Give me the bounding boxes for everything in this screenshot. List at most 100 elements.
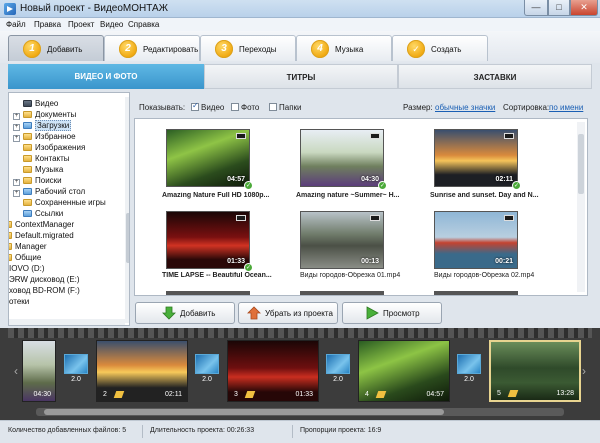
tree-item[interactable]: Видео	[13, 99, 58, 110]
filter-video[interactable]: Видео	[191, 101, 224, 112]
timeline-clip[interactable]: 04:30	[22, 340, 56, 402]
arrow-down-icon	[162, 306, 176, 320]
status-bar: Количество добавленных файлов: 5 Длитель…	[0, 420, 600, 443]
file-thumbnail[interactable]	[300, 291, 384, 295]
timeline-scrollbar-thumb[interactable]	[44, 409, 444, 415]
menu-video[interactable]: Видео	[100, 20, 123, 29]
subtab-titles[interactable]: ТИТРЫ	[204, 64, 398, 89]
arrow-up-icon	[247, 306, 261, 320]
file-thumbnail[interactable]: 00:13	[300, 211, 384, 269]
menu-edit[interactable]: Правка	[34, 20, 61, 29]
tree-scrollbar-thumb[interactable]	[126, 213, 129, 263]
maximize-button[interactable]: □	[548, 0, 570, 16]
added-check-icon: ✓	[244, 263, 253, 272]
menu-file[interactable]: Файл	[6, 20, 26, 29]
clip-number: 5	[497, 390, 501, 397]
transition-slot[interactable]: 2.0	[455, 354, 483, 388]
file-duration: 04:57	[227, 176, 245, 183]
added-check-icon: ✓	[378, 181, 387, 190]
tree-item[interactable]: отеки	[9, 297, 29, 308]
file-thumbnail[interactable]: 04:57 ✓	[166, 129, 253, 190]
tree-item[interactable]: ЭRW дисковод (E:)	[9, 275, 80, 286]
file-thumbnail[interactable]: 00:21	[434, 211, 518, 269]
timeline-clip-selected[interactable]: 5 13:28	[489, 340, 581, 402]
app-icon	[4, 3, 16, 15]
chevron-right-icon[interactable]: ›	[582, 364, 586, 378]
tree-item[interactable]: ContextManager	[9, 220, 74, 231]
tab-label: Добавить	[47, 45, 83, 54]
file-thumbnail[interactable]: 04:30 ✓	[300, 129, 387, 190]
edit-pencil-icon[interactable]	[113, 391, 125, 398]
file-thumbnail[interactable]: 02:11 ✓	[434, 129, 521, 190]
file-thumbnail[interactable]: 01:33 ✓	[166, 211, 253, 272]
tree-item[interactable]: Default.migrated	[9, 231, 74, 242]
transition-slot[interactable]: 2.0	[193, 354, 221, 388]
tab-add[interactable]: 1 Добавить	[8, 35, 104, 61]
transition-duration: 2.0	[71, 376, 81, 383]
files-toolbar: Показывать: Видео Фото Папки Размер: обы…	[135, 100, 590, 114]
remove-button-label: Убрать из проекта	[265, 309, 333, 318]
status-divider	[292, 425, 293, 438]
tree-item[interactable]: Manager	[9, 242, 47, 253]
sort-link[interactable]: по имени	[549, 103, 583, 112]
show-label: Показывать:	[139, 103, 186, 112]
tree-item[interactable]: Музыка	[13, 165, 63, 176]
transition-duration: 2.0	[202, 376, 212, 383]
tree-scrollbar[interactable]	[125, 97, 129, 323]
file-thumbnail[interactable]	[434, 291, 518, 295]
edit-pencil-icon[interactable]	[375, 391, 387, 398]
tree-item[interactable]: + Рабочий стол	[13, 187, 85, 198]
clip-duration: 13:28	[556, 390, 574, 397]
clip-duration: 04:57	[426, 391, 444, 398]
tree-item[interactable]: Общие	[9, 253, 41, 264]
filter-photo[interactable]: Фото	[231, 103, 259, 112]
tree-item[interactable]: ховод BD-ROM (F:)	[9, 286, 80, 297]
preview-button[interactable]: Просмотр	[342, 302, 442, 324]
subtab-intros[interactable]: ЗАСТАВКИ	[398, 64, 592, 89]
minimize-button[interactable]: —	[524, 0, 548, 16]
file-thumbnail[interactable]	[166, 291, 250, 295]
size-link[interactable]: обычные значки	[435, 103, 495, 112]
add-button[interactable]: Добавить	[135, 302, 235, 324]
title-bar: Новый проект - ВидеоМОНТАЖ — □ ✕	[0, 0, 600, 18]
subtab-video-photo[interactable]: ВИДЕО И ФОТО	[8, 64, 204, 89]
files-scrollbar-thumb[interactable]	[578, 134, 584, 194]
tree-item[interactable]: IOVO (D:)	[9, 264, 45, 275]
tree-item[interactable]: Сохраненные игры	[13, 198, 106, 209]
timeline-clip[interactable]: 3 01:33	[227, 340, 319, 402]
tab-music[interactable]: 4 Музыка	[296, 35, 392, 61]
edit-pencil-icon[interactable]	[507, 390, 519, 397]
tab-transitions[interactable]: 3 Переходы	[200, 35, 296, 61]
tree-item[interactable]: + Избранное	[13, 132, 76, 143]
transition-slot[interactable]: 2.0	[62, 354, 90, 388]
film-strip	[8, 328, 592, 338]
menu-help[interactable]: Справка	[128, 20, 159, 29]
edit-pencil-icon[interactable]	[244, 391, 256, 398]
close-button[interactable]: ✕	[570, 0, 598, 16]
content-tabs: ВИДЕО И ФОТО ТИТРЫ ЗАСТАВКИ	[8, 64, 592, 89]
tree-item[interactable]: + Поиски	[13, 176, 62, 187]
tab-label: Переходы	[239, 45, 277, 54]
tab-create[interactable]: ✓ Создать	[392, 35, 488, 61]
transition-icon	[457, 354, 481, 374]
menu-bar: Файл Правка Проект Видео Справка	[0, 18, 600, 31]
tree-item[interactable]: Ссылки	[13, 209, 63, 220]
timeline-clip[interactable]: 2 02:11	[96, 340, 188, 402]
file-name: Виды городов-Обрезка 02.mp4	[434, 272, 535, 279]
timeline-scrollbar[interactable]	[36, 408, 564, 416]
tree-hscrollbar[interactable]	[9, 319, 125, 325]
folder-tree[interactable]: Видео + Документы + Загрузки + Избранное Из…	[8, 92, 130, 326]
transition-slot[interactable]: 2.0	[324, 354, 352, 388]
chevron-left-icon[interactable]: ‹	[14, 364, 18, 378]
remove-from-project-button[interactable]: Убрать из проекта	[238, 302, 338, 324]
tab-edit[interactable]: 2 Редактировать	[104, 35, 200, 61]
menu-project[interactable]: Проект	[68, 20, 94, 29]
tree-item-selected[interactable]: + Загрузки	[13, 120, 72, 132]
video-icon	[236, 133, 246, 139]
filter-folders[interactable]: Папки	[269, 103, 302, 112]
tree-item[interactable]: Контакты	[13, 154, 70, 165]
file-duration: 00:21	[495, 258, 513, 265]
tree-item[interactable]: Изображения	[13, 143, 85, 154]
timeline-clip[interactable]: 4 04:57	[358, 340, 450, 402]
clip-number: 2	[103, 391, 107, 398]
